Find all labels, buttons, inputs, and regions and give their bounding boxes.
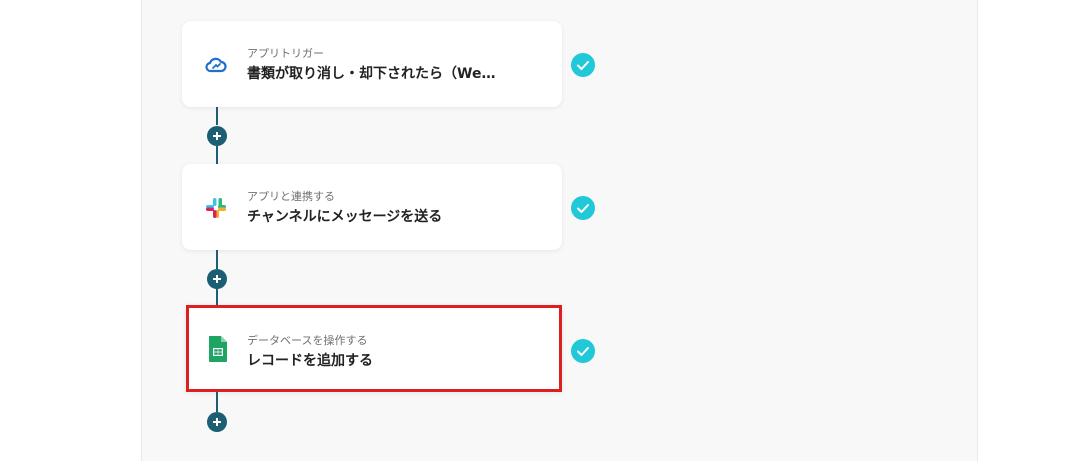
step-complete-check-icon <box>571 196 595 220</box>
slack-icon <box>205 197 227 219</box>
connector-line <box>216 289 218 305</box>
connector-line <box>216 250 218 269</box>
step-subtitle: データベースを操作する <box>247 334 368 347</box>
flow-step-app-trigger[interactable]: アプリトリガー 書類が取り消し・却下されたら（We… <box>182 21 562 107</box>
connector-line <box>216 146 218 164</box>
add-step-button[interactable] <box>207 269 227 289</box>
flow-step-slack-action[interactable]: アプリと連携する チャンネルにメッセージを送る <box>182 164 562 250</box>
step-complete-check-icon <box>571 53 595 77</box>
flow-step-database-action[interactable]: データベースを操作する レコードを追加する <box>186 305 562 392</box>
google-sheets-icon <box>207 336 229 362</box>
connector-line <box>216 392 218 412</box>
cloud-sign-icon <box>205 54 227 76</box>
step-title: レコードを追加する <box>247 353 373 369</box>
step-complete-check-icon <box>571 339 595 363</box>
step-title: 書類が取り消し・却下されたら（We… <box>247 66 496 82</box>
add-step-button[interactable] <box>207 126 227 146</box>
step-subtitle: アプリと連携する <box>247 190 335 203</box>
add-step-button[interactable] <box>207 412 227 432</box>
connector-line <box>216 107 218 125</box>
step-title: チャンネルにメッセージを送る <box>247 209 443 225</box>
step-subtitle: アプリトリガー <box>247 47 324 60</box>
